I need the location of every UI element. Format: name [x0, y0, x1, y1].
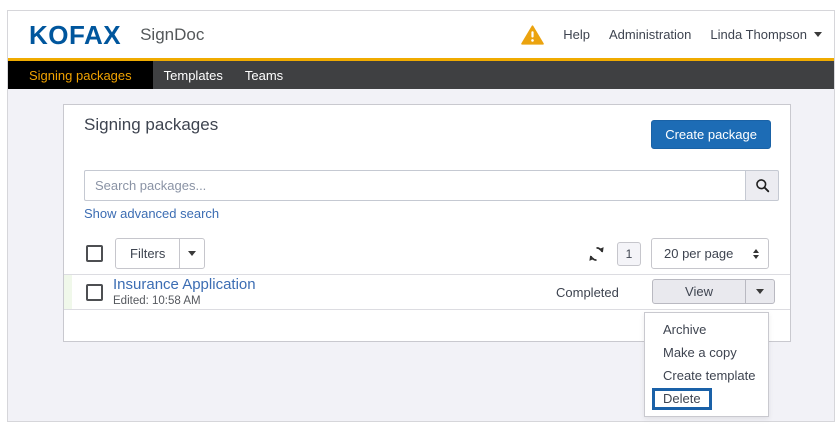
status-label: Completed [556, 285, 619, 300]
package-link[interactable]: Insurance Application [113, 277, 256, 293]
product-name: SignDoc [140, 25, 204, 45]
chevron-down-icon [814, 32, 822, 37]
warning-triangle-icon[interactable] [521, 25, 544, 45]
delete-highlight-box: Delete [652, 388, 712, 410]
refresh-icon[interactable] [587, 245, 606, 263]
page-title: Signing packages [84, 115, 218, 135]
search-bar [84, 170, 779, 201]
menu-item-delete[interactable]: Delete [645, 387, 768, 410]
help-link[interactable]: Help [563, 27, 590, 42]
search-icon [755, 178, 770, 193]
user-name: Linda Thompson [710, 27, 807, 42]
filters-dropdown-button[interactable] [179, 238, 205, 269]
menu-item-create-template[interactable]: Create template [645, 364, 768, 387]
row-checkbox[interactable] [86, 284, 103, 301]
filters-button[interactable]: Filters [115, 238, 180, 269]
advanced-search-link[interactable]: Show advanced search [84, 206, 219, 221]
chevron-down-icon [756, 289, 764, 294]
search-input[interactable] [84, 170, 746, 201]
pagination-controls: 1 20 per page [587, 238, 769, 269]
tab-teams[interactable]: Teams [234, 61, 294, 89]
content-area: Signing packages Create package Show adv… [8, 89, 834, 421]
view-dropdown-button[interactable] [745, 279, 775, 304]
create-package-button[interactable]: Create package [651, 120, 771, 149]
chevron-down-icon [188, 251, 196, 256]
main-nav: Signing packages Templates Teams [8, 61, 834, 89]
tab-signing-packages[interactable]: Signing packages [8, 61, 153, 89]
actions-dropdown-menu: Archive Make a copy Create template Dele… [644, 312, 769, 417]
user-menu[interactable]: Linda Thompson [710, 27, 822, 42]
kofax-logo: KOFAX [29, 22, 121, 48]
filters-split-button: Filters [115, 238, 205, 269]
select-all-checkbox[interactable] [86, 245, 103, 262]
per-page-value: 20 per page [664, 246, 733, 261]
header-links: Help Administration Linda Thompson [521, 25, 822, 45]
package-row: Insurance Application Edited: 10:58 AM C… [64, 274, 790, 310]
menu-item-archive[interactable]: Archive [645, 318, 768, 341]
package-info: Insurance Application Edited: 10:58 AM [113, 277, 256, 307]
app-window: KOFAX SignDoc Help Administration Linda … [7, 10, 835, 422]
up-down-arrows-icon [753, 249, 759, 259]
status-stripe [64, 275, 72, 309]
search-button[interactable] [745, 170, 779, 201]
top-header: KOFAX SignDoc Help Administration Linda … [8, 11, 834, 58]
view-button[interactable]: View [652, 279, 746, 304]
menu-item-make-a-copy[interactable]: Make a copy [645, 341, 768, 364]
list-toolbar: Filters 1 [84, 238, 779, 269]
tab-templates[interactable]: Templates [153, 61, 234, 89]
edited-timestamp: Edited: 10:58 AM [113, 295, 256, 307]
page-number[interactable]: 1 [617, 242, 641, 266]
administration-link[interactable]: Administration [609, 27, 691, 42]
per-page-select[interactable]: 20 per page [651, 238, 769, 269]
signing-packages-panel: Signing packages Create package Show adv… [63, 104, 791, 342]
view-split-button: View [652, 279, 775, 304]
